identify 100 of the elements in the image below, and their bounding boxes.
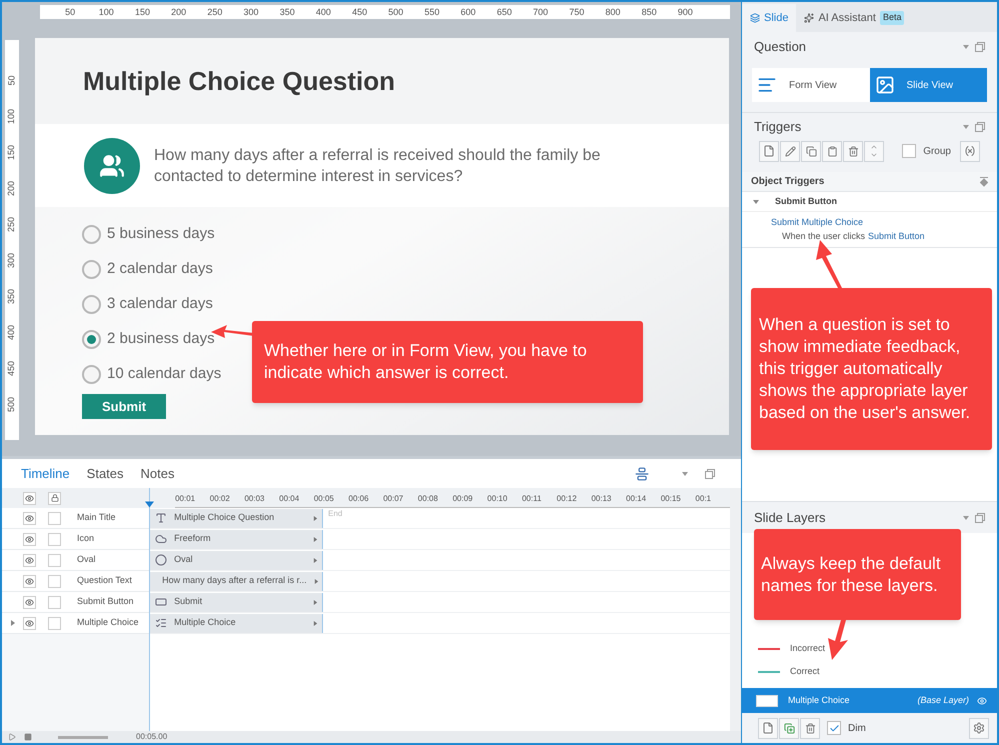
copy-button[interactable] — [801, 140, 821, 162]
bar-arrow-icon[interactable] — [313, 620, 318, 626]
settings-button[interactable] — [969, 718, 989, 738]
callout-text: When a question is set to show immediate feedback, this trigger automatically shows the appropriate layer based on the user's answer. — [759, 314, 972, 424]
lock-checkbox[interactable] — [48, 596, 61, 608]
answer-option[interactable]: 3 calendar days — [82, 287, 213, 322]
lock-checkbox[interactable] — [48, 532, 61, 546]
paste-button[interactable] — [822, 140, 842, 162]
align-icon[interactable] — [635, 466, 649, 480]
new-layer-button[interactable] — [758, 718, 778, 738]
layer-row[interactable]: Question Text — [2, 571, 150, 592]
layer-row[interactable]: Submit Button — [2, 592, 150, 613]
ruler-label: 50 — [8, 75, 16, 86]
group-label: Group — [923, 144, 951, 158]
answer-option[interactable]: 10 calendar days — [82, 357, 222, 392]
eye-toggle[interactable] — [23, 512, 36, 524]
stop-icon[interactable] — [24, 733, 32, 741]
time-tick: 00:08 — [418, 492, 453, 508]
radio-button[interactable] — [82, 295, 101, 314]
lock-toggle[interactable] — [48, 492, 61, 504]
radio-button[interactable] — [82, 365, 101, 384]
view-button[interactable]: Slide View — [870, 68, 987, 102]
eye-toggle[interactable] — [23, 616, 36, 630]
playhead-icon[interactable] — [145, 500, 154, 509]
option-label: 5 business days — [107, 224, 215, 244]
eye-toggle[interactable] — [23, 554, 36, 566]
lock-checkbox[interactable] — [48, 616, 61, 630]
edit-trigger-button[interactable] — [780, 140, 800, 162]
layer-name: Multiple Choice — [788, 694, 851, 707]
layer-row[interactable]: Icon — [2, 529, 150, 550]
play-icon[interactable] — [8, 733, 16, 741]
timeline-bar[interactable]: Submit — [150, 592, 324, 612]
bar-arrow-icon[interactable] — [313, 536, 318, 542]
layer-name[interactable]: Incorrect — [790, 642, 826, 656]
eye-toggle[interactable] — [23, 574, 36, 588]
restore-icon[interactable] — [975, 513, 985, 523]
list-icon — [155, 617, 168, 629]
radio-button[interactable] — [82, 260, 101, 279]
bar-arrow-icon[interactable] — [314, 578, 319, 584]
delete-button[interactable] — [843, 140, 863, 162]
eye-toggle[interactable] — [23, 532, 36, 546]
collapse-icon[interactable] — [980, 176, 988, 186]
duplicate-layer-button[interactable] — [779, 718, 799, 738]
text-icon — [155, 512, 168, 524]
layer-row[interactable]: Oval — [2, 550, 150, 571]
time-tick: 00:11 — [522, 492, 557, 508]
variables-button[interactable] — [960, 140, 980, 162]
lock-checkbox[interactable] — [48, 512, 61, 524]
caret-icon[interactable] — [963, 515, 969, 521]
dim-checkbox[interactable] — [827, 721, 841, 735]
timeline-bar[interactable]: How many days after a referral is r... — [150, 572, 324, 590]
layer-row[interactable]: Main Title — [2, 508, 150, 529]
bar-label: Oval — [174, 553, 194, 566]
expand-arrow-icon[interactable] — [10, 620, 16, 626]
bar-label: How many days after a referral is r... — [162, 574, 307, 588]
timeline-bar[interactable]: Multiple Choice — [150, 614, 324, 632]
timeline-tab[interactable]: Notes — [140, 464, 174, 484]
answer-option[interactable]: 5 business days — [82, 217, 215, 252]
bar-arrow-icon[interactable] — [313, 600, 318, 604]
timeline-bar[interactable]: Multiple Choice Question — [150, 508, 324, 528]
layers-icon — [750, 13, 760, 23]
ruler-label: 350 — [8, 289, 16, 304]
ruler-label: 800 — [604, 8, 622, 16]
panel-tab[interactable]: Slide — [742, 4, 796, 32]
question-text: How many days after a referral is received should the family be contacted to determine interest in services? — [154, 146, 602, 186]
layer-name[interactable]: Correct — [790, 664, 820, 678]
new-trigger-button[interactable] — [759, 140, 779, 162]
restore-icon[interactable] — [705, 468, 715, 478]
caret-icon[interactable] — [963, 44, 969, 50]
bar-arrow-icon[interactable] — [313, 516, 318, 520]
collapse-arrow-icon[interactable] — [753, 198, 759, 204]
timeline-bar[interactable]: Freeform — [150, 530, 324, 548]
caret-icon[interactable] — [682, 470, 688, 476]
timeline-bar[interactable]: Oval — [150, 550, 324, 570]
timeline-tab[interactable]: States — [86, 464, 124, 484]
eye-toggle[interactable] — [23, 596, 36, 608]
eye-icon[interactable] — [977, 696, 987, 706]
ruler-label: 200 — [170, 8, 188, 16]
restore-icon[interactable] — [975, 42, 985, 52]
lock-checkbox[interactable] — [48, 554, 61, 566]
eye-toggle[interactable] — [23, 492, 36, 504]
lock-checkbox[interactable] — [48, 574, 61, 588]
radio-button[interactable] — [82, 330, 101, 349]
trigger-action-link[interactable]: Submit Multiple Choice — [771, 216, 997, 230]
ruler-label: 200 — [8, 180, 16, 196]
delete-button[interactable] — [800, 718, 820, 738]
group-checkbox[interactable] — [902, 144, 916, 158]
layer-row[interactable]: Multiple Choice — [2, 613, 150, 634]
up-icon — [870, 143, 878, 151]
restore-icon[interactable] — [975, 122, 985, 132]
radio-button[interactable] — [82, 225, 101, 244]
caret-icon[interactable] — [963, 124, 969, 130]
submit-button[interactable]: Submit — [82, 394, 166, 419]
base-layer-row[interactable]: Multiple Choice (Base Layer) — [742, 688, 997, 713]
trigger-object-link[interactable]: Submit Button — [868, 230, 925, 243]
timeline-tab[interactable]: Timeline — [21, 464, 70, 484]
answer-option[interactable]: 2 business days — [82, 322, 215, 357]
answer-option[interactable]: 2 calendar days — [82, 252, 213, 287]
bar-arrow-icon[interactable] — [313, 558, 318, 562]
ruler-label: 300 — [8, 253, 16, 268]
